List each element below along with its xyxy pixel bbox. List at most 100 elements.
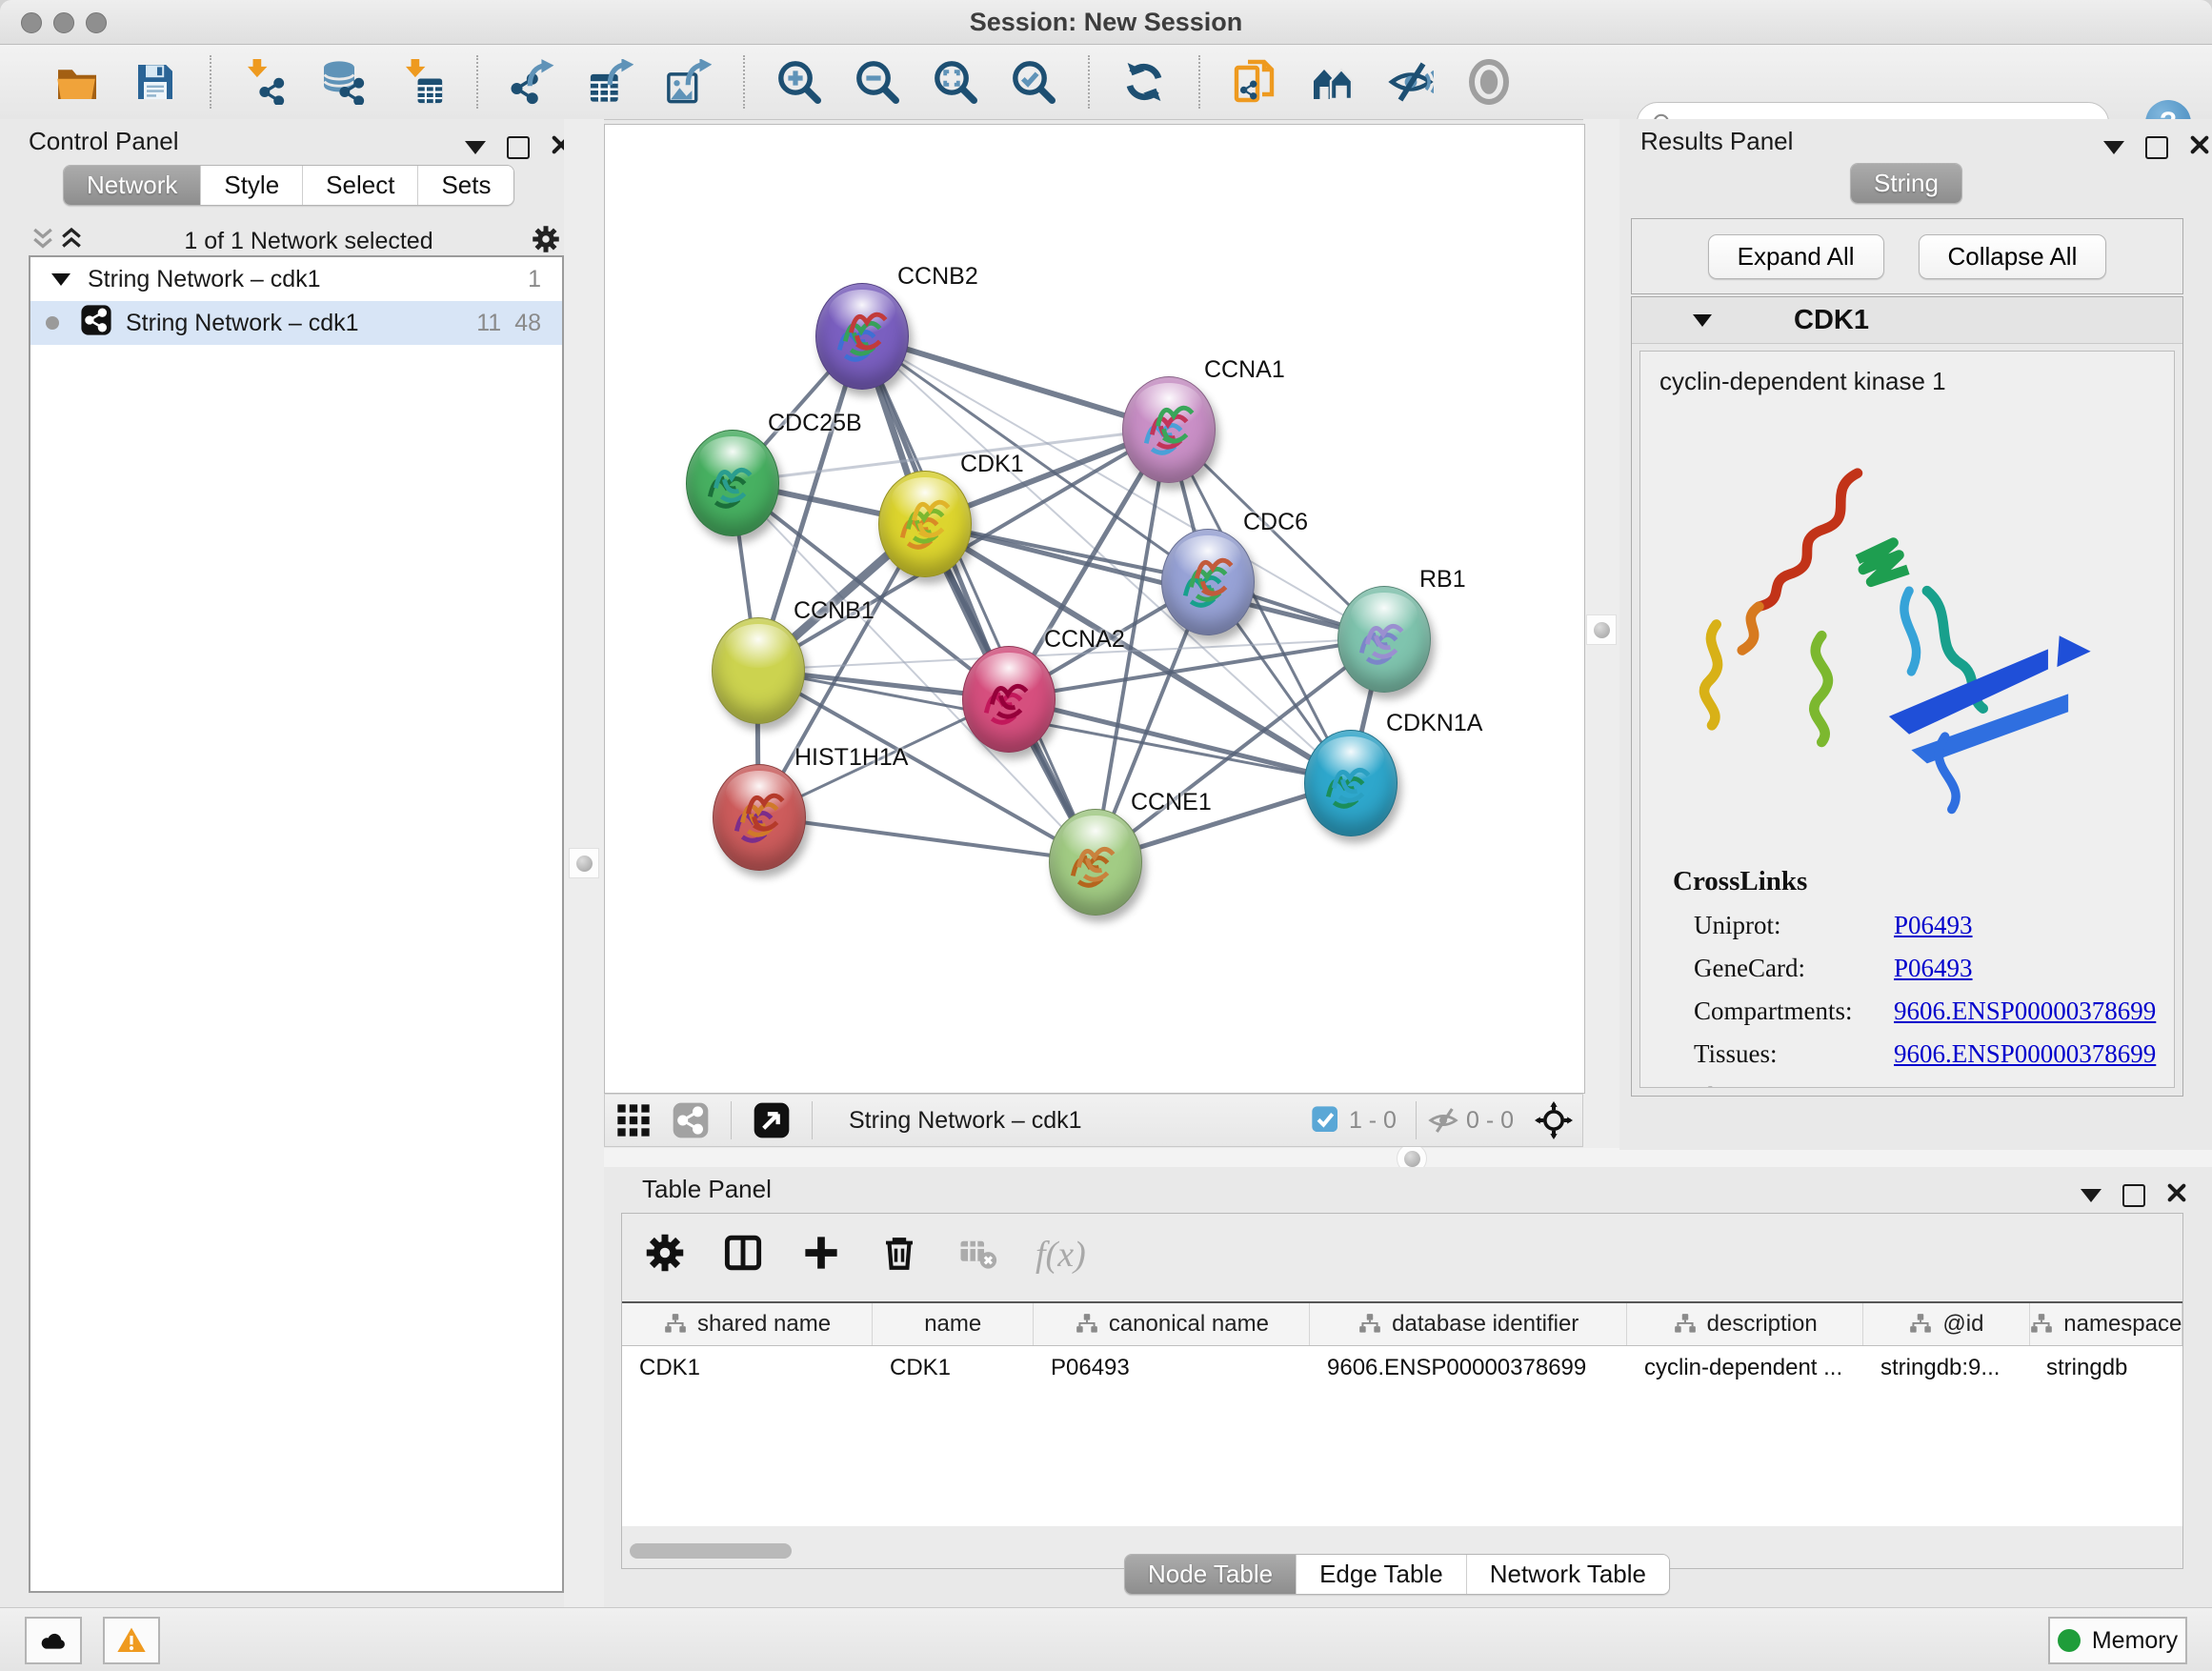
table-cell[interactable]: cyclin-dependent ...	[1627, 1346, 1863, 1390]
tab-edge-table[interactable]: Edge Table	[1296, 1555, 1466, 1594]
close-results-panel-icon[interactable]	[2189, 134, 2210, 160]
bottom-splitter[interactable]	[604, 1148, 2212, 1167]
open-session-button[interactable]	[50, 54, 105, 110]
network-node-ccnb1[interactable]	[712, 617, 805, 724]
network-node-ccnb2[interactable]	[815, 283, 909, 390]
node-table[interactable]: shared namenamecanonical namedatabase id…	[622, 1301, 2182, 1526]
float-results-panel-icon[interactable]	[2103, 141, 2124, 154]
selected-checkbox-icon[interactable]	[1311, 1105, 1341, 1136]
network-node-cdc6[interactable]	[1161, 529, 1255, 635]
memory-button[interactable]: Memory	[2048, 1617, 2187, 1664]
table-cell[interactable]: CDK1	[873, 1346, 1034, 1390]
tab-network[interactable]: Network	[64, 166, 200, 205]
export-image-button[interactable]	[661, 54, 716, 110]
zoom-fit-button[interactable]	[928, 54, 983, 110]
column-header-namespace[interactable]: namespace	[2030, 1303, 2182, 1345]
import-network-from-database-button[interactable]	[316, 54, 372, 110]
save-session-button[interactable]	[128, 54, 183, 110]
network-node-cdc25b[interactable]	[686, 430, 779, 536]
hide-selected-button[interactable]	[1383, 54, 1438, 110]
network-edge-count: 48	[514, 310, 541, 337]
network-node-cdk1[interactable]	[878, 471, 972, 577]
table-cell[interactable]: stringdb	[2029, 1346, 2182, 1390]
table-row[interactable]: CDK1CDK1P064939606.ENSP00000378699cyclin…	[622, 1346, 2182, 1390]
show-graphics-details-button[interactable]	[1461, 54, 1517, 110]
close-table-panel-icon[interactable]	[2166, 1182, 2187, 1208]
crosslink-row: Tissues:9606.ENSP00000378699	[1694, 1039, 2174, 1069]
crosslink-link[interactable]: 9606.ENSP00000378699	[1894, 997, 2156, 1026]
import-table-from-file-button[interactable]	[394, 54, 450, 110]
maximize-panel-icon[interactable]	[507, 136, 530, 159]
tab-string[interactable]: String	[1851, 164, 1961, 203]
network-canvas[interactable]: CCNB2CCNA1CDC25BCDK1CDC6RB1CCNB1CCNA2CDK…	[604, 124, 1585, 1094]
collapse-all-networks-icon[interactable]	[29, 225, 57, 258]
tab-network-table[interactable]: Network Table	[1466, 1555, 1669, 1594]
toolbar-separator	[1198, 55, 1200, 109]
gene-expander-icon[interactable]	[1693, 314, 1712, 327]
import-network-from-file-button[interactable]	[238, 54, 293, 110]
network-node-ccna1[interactable]	[1122, 376, 1216, 483]
maximize-table-panel-icon[interactable]	[2122, 1184, 2145, 1207]
tab-style[interactable]: Style	[200, 166, 302, 205]
left-splitter[interactable]	[564, 119, 604, 1608]
crosslink-link[interactable]: P06493	[1894, 954, 1973, 983]
show-columns-icon[interactable]	[723, 1233, 763, 1278]
birdseye-view-icon[interactable]	[753, 1101, 791, 1139]
export-network-button[interactable]	[505, 54, 560, 110]
node-label-hist1h1a: HIST1H1A	[794, 744, 908, 772]
column-header-name[interactable]: name	[873, 1303, 1034, 1345]
column-header-description[interactable]: description	[1627, 1303, 1863, 1345]
table-options-gear-icon[interactable]	[645, 1233, 685, 1278]
delete-column-icon[interactable]	[879, 1233, 919, 1278]
collapse-all-button[interactable]: Collapse All	[1919, 234, 2107, 279]
title-bar[interactable]: Session: New Session	[0, 0, 2212, 45]
warnings-button[interactable]	[103, 1617, 160, 1664]
apply-layout-button[interactable]	[1116, 54, 1172, 110]
column-header--id[interactable]: @id	[1863, 1303, 2029, 1345]
collection-expander-icon[interactable]	[51, 273, 70, 286]
tab-sets[interactable]: Sets	[417, 166, 513, 205]
network-row[interactable]: String Network – cdk1 11 48	[30, 301, 562, 345]
table-cell[interactable]: 9606.ENSP00000378699	[1310, 1346, 1627, 1390]
zoom-out-button[interactable]	[850, 54, 905, 110]
table-cell[interactable]: CDK1	[622, 1346, 873, 1390]
network-node-ccne1[interactable]	[1049, 809, 1142, 916]
column-header-shared-name[interactable]: shared name	[622, 1303, 873, 1345]
right-splitter-handle[interactable]	[1586, 614, 1617, 645]
clone-network-button[interactable]	[1227, 54, 1282, 110]
tab-node-table[interactable]: Node Table	[1125, 1555, 1296, 1594]
cloud-button[interactable]	[25, 1617, 82, 1664]
expand-all-button[interactable]: Expand All	[1708, 234, 1884, 279]
network-node-cdkn1a[interactable]	[1304, 730, 1398, 836]
right-splitter[interactable]	[1583, 119, 1619, 1150]
add-column-icon[interactable]	[801, 1233, 841, 1278]
network-collection-row[interactable]: String Network – cdk1 1	[30, 257, 562, 301]
network-node-rb1[interactable]	[1337, 586, 1431, 693]
column-header-database-identifier[interactable]: database identifier	[1310, 1303, 1627, 1345]
crosslink-link[interactable]: 9606.ENSP00000378699	[1894, 1039, 2156, 1069]
horizontal-scrollbar[interactable]	[630, 1543, 792, 1559]
table-cell[interactable]: stringdb:9...	[1863, 1346, 2029, 1390]
network-share-view-icon[interactable]	[672, 1101, 710, 1139]
expand-all-networks-icon[interactable]	[57, 225, 86, 258]
first-neighbors-button[interactable]	[1305, 54, 1360, 110]
float-panel-icon[interactable]	[465, 141, 486, 154]
grid-view-icon[interactable]	[614, 1101, 653, 1139]
network-node-hist1h1a[interactable]	[713, 764, 806, 871]
crosslink-link[interactable]: P06493	[1894, 911, 1973, 940]
network-node-ccna2[interactable]	[962, 646, 1056, 753]
crosslink-row: Compartments:9606.ENSP00000378699	[1694, 997, 2174, 1026]
float-table-panel-icon[interactable]	[2081, 1189, 2101, 1202]
zoom-in-button[interactable]	[772, 54, 827, 110]
export-table-button[interactable]	[583, 54, 638, 110]
left-splitter-handle[interactable]	[569, 848, 599, 878]
gene-section-header[interactable]: CDK1	[1632, 297, 2182, 344]
table-cell[interactable]: P06493	[1034, 1346, 1310, 1390]
crosslink-link[interactable]: P06493	[1894, 1082, 1973, 1088]
zoom-selected-button[interactable]	[1006, 54, 1061, 110]
tab-select[interactable]: Select	[302, 166, 417, 205]
reposition-crosshair-icon[interactable]	[1535, 1101, 1573, 1139]
network-options-gear-icon[interactable]	[532, 225, 560, 258]
column-header-canonical-name[interactable]: canonical name	[1034, 1303, 1310, 1345]
maximize-results-panel-icon[interactable]	[2145, 136, 2168, 159]
